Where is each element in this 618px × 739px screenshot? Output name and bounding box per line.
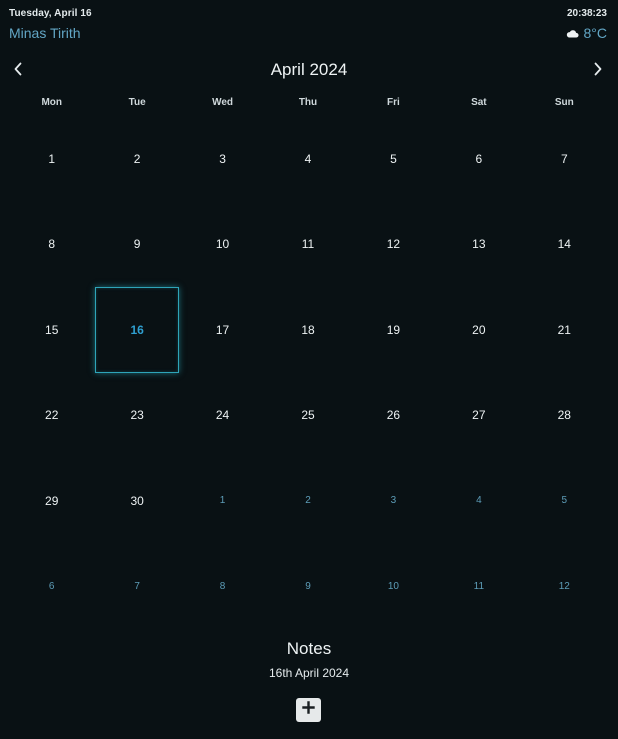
calendar-day-other-month[interactable]: 9 [265, 544, 350, 630]
calendar-day[interactable]: 13 [436, 202, 521, 288]
add-note-button[interactable] [296, 698, 321, 722]
calendar-day[interactable]: 3 [180, 116, 265, 202]
chevron-right-icon [593, 62, 603, 81]
calendar-day[interactable]: 2 [94, 116, 179, 202]
calendar-day-other-month[interactable]: 2 [265, 458, 350, 544]
calendar-day-other-month[interactable]: 7 [94, 544, 179, 630]
notes-date: 16th April 2024 [268, 666, 350, 680]
calendar-day-other-month[interactable]: 11 [436, 544, 521, 630]
current-date: Tuesday, April 16 [9, 8, 92, 19]
calendar-day-other-month[interactable]: 12 [522, 544, 607, 630]
calendar-day[interactable]: 10 [180, 202, 265, 288]
calendar-day[interactable]: 1 [9, 116, 94, 202]
calendar-day-other-month[interactable]: 8 [180, 544, 265, 630]
calendar-day[interactable]: 12 [351, 202, 436, 288]
weekday-label: Fri [387, 97, 400, 108]
calendar-day[interactable]: 26 [351, 373, 436, 459]
weekday-header: Mon Tue Wed Thu Fri Sat Sun [9, 97, 607, 108]
weekday-label: Thu [298, 97, 318, 108]
notes-title: Notes [286, 639, 332, 658]
location-name: Minas Tirith [9, 25, 81, 41]
calendar-day[interactable]: 28 [522, 373, 607, 459]
calendar-grid: 1 2 3 4 5 6 7 8 9 10 11 12 13 14 15 16 17 18 19 20 21 22 23 24 2… [9, 116, 607, 629]
month-title: April 2024 [270, 60, 348, 79]
calendar-day[interactable]: 23 [94, 373, 179, 459]
calendar-day[interactable]: 4 [265, 116, 350, 202]
calendar-day-other-month[interactable]: 3 [351, 458, 436, 544]
calendar-day[interactable]: 19 [351, 287, 436, 373]
calendar-day[interactable]: 6 [436, 116, 521, 202]
calendar-day[interactable]: 22 [9, 373, 94, 459]
calendar-day[interactable]: 14 [522, 202, 607, 288]
weather-widget: 8°C [566, 25, 608, 41]
calendar-day[interactable]: 18 [265, 287, 350, 373]
calendar-day-other-month[interactable]: 10 [351, 544, 436, 630]
calendar-day[interactable]: 7 [522, 116, 607, 202]
calendar-day[interactable]: 9 [94, 202, 179, 288]
calendar-day-other-month[interactable]: 1 [180, 458, 265, 544]
next-month-button[interactable] [587, 60, 609, 82]
weekday-label: Wed [212, 97, 234, 108]
calendar-day[interactable]: 8 [9, 202, 94, 288]
month-navigation: April 2024 [0, 56, 618, 86]
plus-icon [302, 701, 315, 719]
cloud-icon [566, 28, 579, 38]
weekday-label: Mon [41, 97, 62, 108]
current-time: 20:38:23 [566, 8, 607, 19]
calendar-day-today[interactable]: 16 [95, 287, 179, 373]
weekday-label: Sun [554, 97, 574, 108]
calendar-day[interactable]: 21 [522, 287, 607, 373]
calendar-day[interactable]: 27 [436, 373, 521, 459]
calendar-day[interactable]: 15 [9, 287, 94, 373]
calendar-day[interactable]: 30 [94, 458, 179, 544]
calendar-day[interactable]: 11 [265, 202, 350, 288]
calendar-day-other-month[interactable]: 4 [436, 458, 521, 544]
weekday-label: Sat [471, 97, 487, 108]
calendar-day[interactable]: 20 [436, 287, 521, 373]
temperature: 8°C [583, 25, 608, 41]
calendar-day[interactable]: 24 [180, 373, 265, 459]
calendar-day[interactable]: 5 [351, 116, 436, 202]
calendar-day[interactable]: 25 [265, 373, 350, 459]
calendar-day[interactable]: 17 [180, 287, 265, 373]
calendar-day[interactable]: 29 [9, 458, 94, 544]
calendar-day-other-month[interactable]: 6 [9, 544, 94, 630]
weekday-label: Tue [128, 97, 146, 108]
calendar-day-other-month[interactable]: 5 [522, 458, 607, 544]
